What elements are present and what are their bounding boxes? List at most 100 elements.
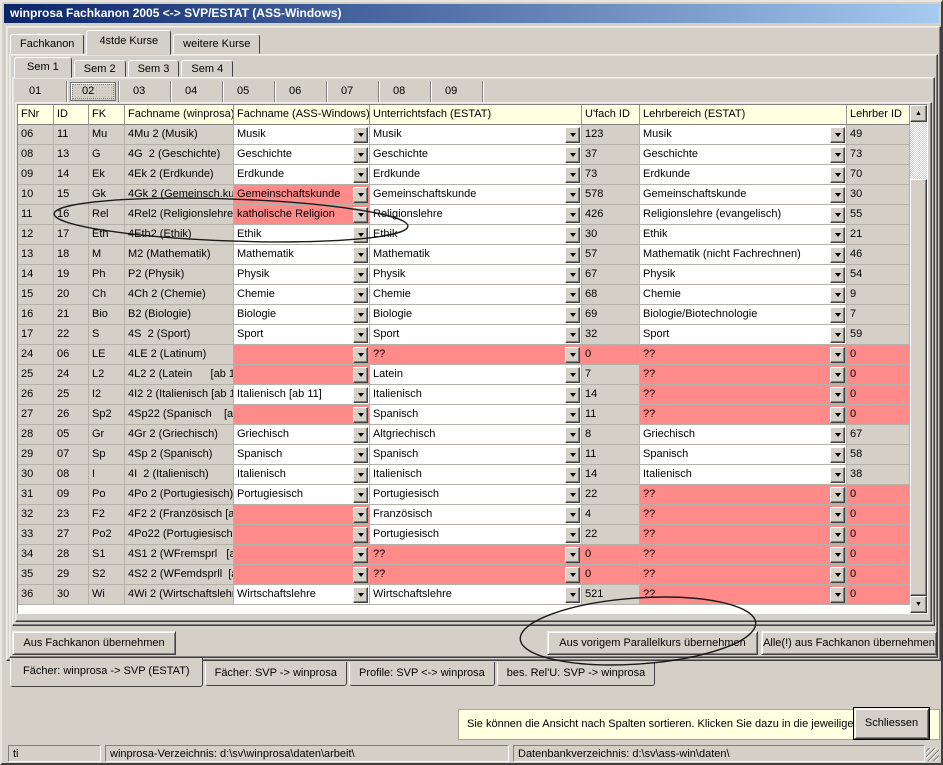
dropdown-arrow-icon[interactable]: [830, 507, 845, 523]
cell-uf-dropdown[interactable]: Sport: [370, 325, 582, 345]
dropdown-arrow-icon[interactable]: [565, 407, 580, 423]
cell-uf-dropdown[interactable]: Musik: [370, 125, 582, 145]
dropdown-arrow-icon[interactable]: [830, 427, 845, 443]
cell-fass-dropdown[interactable]: Musik: [234, 125, 370, 145]
dropdown-arrow-icon[interactable]: [830, 447, 845, 463]
cell-lb-dropdown[interactable]: Religionslehre (evangelisch): [640, 205, 847, 225]
cell-lb-dropdown[interactable]: ??: [640, 345, 847, 365]
tab-bottom-profile-svp-winprosa[interactable]: Profile: SVP <-> winprosa: [349, 662, 495, 686]
cell-fass-dropdown[interactable]: Portugiesisch: [234, 485, 370, 505]
course-tab-04[interactable]: 04: [172, 81, 222, 102]
cell-lb-dropdown[interactable]: Spanisch: [640, 445, 847, 465]
cell-lb-dropdown[interactable]: Physik: [640, 265, 847, 285]
dropdown-arrow-icon[interactable]: [830, 247, 845, 263]
column-header-ufid[interactable]: U'fach ID: [582, 105, 640, 125]
column-header-uf[interactable]: Unterrichtsfach (ESTAT): [370, 105, 582, 125]
dropdown-arrow-icon[interactable]: [565, 587, 580, 603]
cell-fass-dropdown[interactable]: Erdkunde: [234, 165, 370, 185]
cell-lb-dropdown[interactable]: ??: [640, 545, 847, 565]
dropdown-arrow-icon[interactable]: [353, 327, 368, 343]
cell-fass-dropdown[interactable]: katholische Religion: [234, 205, 370, 225]
dropdown-arrow-icon[interactable]: [830, 267, 845, 283]
course-tab-08[interactable]: 08: [380, 81, 430, 102]
cell-lb-dropdown[interactable]: Chemie: [640, 285, 847, 305]
cell-lb-dropdown[interactable]: ??: [640, 405, 847, 425]
dropdown-arrow-icon[interactable]: [830, 527, 845, 543]
dropdown-arrow-icon[interactable]: [353, 487, 368, 503]
cell-fass-dropdown[interactable]: [234, 405, 370, 425]
column-header-fnr[interactable]: FNr: [18, 105, 54, 125]
cell-lb-dropdown[interactable]: Geschichte: [640, 145, 847, 165]
dropdown-arrow-icon[interactable]: [565, 387, 580, 403]
dropdown-arrow-icon[interactable]: [353, 527, 368, 543]
cell-uf-dropdown[interactable]: ??: [370, 345, 582, 365]
course-tab-05[interactable]: 05: [224, 81, 274, 102]
tab-bottom-bes-rel-u-svp-winprosa[interactable]: bes. Rel'U: SVP -> winprosa: [497, 662, 656, 686]
cell-uf-dropdown[interactable]: Wirtschaftslehre: [370, 585, 582, 605]
dropdown-arrow-icon[interactable]: [353, 127, 368, 143]
dropdown-arrow-icon[interactable]: [353, 147, 368, 163]
dropdown-arrow-icon[interactable]: [565, 527, 580, 543]
cell-uf-dropdown[interactable]: Italienisch: [370, 465, 582, 485]
cell-uf-dropdown[interactable]: Latein: [370, 365, 582, 385]
cell-uf-dropdown[interactable]: Französisch: [370, 505, 582, 525]
cell-fass-dropdown[interactable]: Ethik: [234, 225, 370, 245]
cell-uf-dropdown[interactable]: Chemie: [370, 285, 582, 305]
dropdown-arrow-icon[interactable]: [353, 207, 368, 223]
tab-bottom-f-cher-svp-winprosa[interactable]: Fächer: SVP -> winprosa: [205, 662, 347, 686]
dropdown-arrow-icon[interactable]: [565, 547, 580, 563]
cell-uf-dropdown[interactable]: Spanisch: [370, 405, 582, 425]
dropdown-arrow-icon[interactable]: [565, 507, 580, 523]
take-from-previous-parallel-button[interactable]: Aus vorigem Parallelkurs übernehmen: [547, 631, 758, 655]
dropdown-arrow-icon[interactable]: [353, 167, 368, 183]
cell-lb-dropdown[interactable]: Gemeinschaftskunde: [640, 185, 847, 205]
dropdown-arrow-icon[interactable]: [565, 567, 580, 583]
cell-fass-dropdown[interactable]: Wirtschaftslehre: [234, 585, 370, 605]
tab-sem-1[interactable]: Sem 1: [14, 57, 72, 78]
dropdown-arrow-icon[interactable]: [353, 227, 368, 243]
dropdown-arrow-icon[interactable]: [353, 427, 368, 443]
dropdown-arrow-icon[interactable]: [353, 247, 368, 263]
cell-uf-dropdown[interactable]: Portugiesisch: [370, 485, 582, 505]
cell-lb-dropdown[interactable]: ??: [640, 525, 847, 545]
cell-fass-dropdown[interactable]: [234, 545, 370, 565]
dropdown-arrow-icon[interactable]: [565, 227, 580, 243]
dropdown-arrow-icon[interactable]: [830, 187, 845, 203]
cell-fass-dropdown[interactable]: Griechisch: [234, 425, 370, 445]
cell-uf-dropdown[interactable]: ??: [370, 545, 582, 565]
cell-uf-dropdown[interactable]: Gemeinschaftskunde: [370, 185, 582, 205]
cell-lb-dropdown[interactable]: ??: [640, 585, 847, 605]
dropdown-arrow-icon[interactable]: [565, 307, 580, 323]
dropdown-arrow-icon[interactable]: [353, 287, 368, 303]
dropdown-arrow-icon[interactable]: [830, 387, 845, 403]
dropdown-arrow-icon[interactable]: [565, 447, 580, 463]
cell-lb-dropdown[interactable]: ??: [640, 505, 847, 525]
dropdown-arrow-icon[interactable]: [830, 487, 845, 503]
cell-lb-dropdown[interactable]: ??: [640, 565, 847, 585]
cell-fass-dropdown[interactable]: [234, 565, 370, 585]
take-from-fachkanon-button[interactable]: Aus Fachkanon übernehmen: [12, 631, 176, 655]
tab-4stde-kurse[interactable]: 4stde Kurse: [86, 30, 171, 55]
cell-uf-dropdown[interactable]: Physik: [370, 265, 582, 285]
cell-lb-dropdown[interactable]: ??: [640, 485, 847, 505]
dropdown-arrow-icon[interactable]: [830, 407, 845, 423]
cell-uf-dropdown[interactable]: Ethik: [370, 225, 582, 245]
cell-fass-dropdown[interactable]: Italienisch [ab 11]: [234, 385, 370, 405]
cell-fass-dropdown[interactable]: Physik: [234, 265, 370, 285]
dropdown-arrow-icon[interactable]: [353, 347, 368, 363]
dropdown-arrow-icon[interactable]: [565, 287, 580, 303]
dropdown-arrow-icon[interactable]: [565, 147, 580, 163]
tab-sem-3[interactable]: Sem 3: [128, 60, 180, 77]
dropdown-arrow-icon[interactable]: [830, 547, 845, 563]
dropdown-arrow-icon[interactable]: [830, 227, 845, 243]
dropdown-arrow-icon[interactable]: [830, 347, 845, 363]
column-header-fw[interactable]: Fachname (winprosa): [125, 105, 234, 125]
cell-uf-dropdown[interactable]: Geschichte: [370, 145, 582, 165]
cell-fass-dropdown[interactable]: Biologie: [234, 305, 370, 325]
column-header-id[interactable]: ID: [54, 105, 89, 125]
cell-lb-dropdown[interactable]: Erdkunde: [640, 165, 847, 185]
cell-uf-dropdown[interactable]: Religionslehre: [370, 205, 582, 225]
cell-lb-dropdown[interactable]: Biologie/Biotechnologie: [640, 305, 847, 325]
dropdown-arrow-icon[interactable]: [830, 367, 845, 383]
scrollbar-track[interactable]: [910, 122, 927, 179]
